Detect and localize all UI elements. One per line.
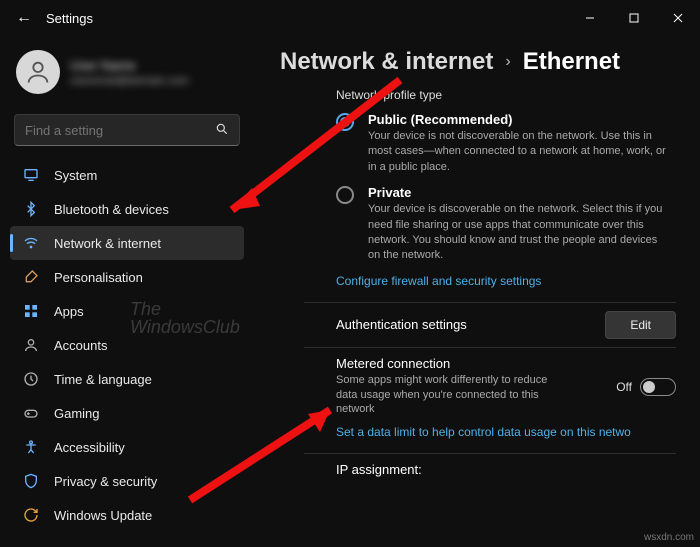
sidebar-item-privacy[interactable]: Privacy & security: [10, 464, 244, 498]
minimize-button[interactable]: [568, 0, 612, 36]
window-title: Settings: [46, 11, 93, 26]
breadcrumb: Network & internet › Ethernet: [280, 48, 676, 76]
radio-public-desc: Your device is not discoverable on the n…: [368, 129, 666, 175]
time-icon: [22, 371, 40, 387]
sidebar-item-bluetooth[interactable]: Bluetooth & devices: [10, 192, 244, 226]
accounts-icon: [22, 337, 40, 353]
close-button[interactable]: [656, 0, 700, 36]
firewall-link[interactable]: Configure firewall and security settings: [336, 274, 676, 288]
datalimit-link[interactable]: Set a data limit to help control data us…: [336, 425, 676, 439]
sidebar-item-label: Apps: [54, 304, 84, 319]
sidebar-item-label: System: [54, 168, 97, 183]
metered-row: Metered connection Some apps might work …: [336, 356, 676, 418]
search-box[interactable]: [14, 114, 240, 146]
maximize-button[interactable]: [612, 0, 656, 36]
sidebar-item-label: Windows Update: [54, 508, 152, 523]
sidebar-item-label: Personalisation: [54, 270, 143, 285]
sidebar-item-label: Privacy & security: [54, 474, 157, 489]
radio-private[interactable]: Private Your device is discoverable on t…: [336, 185, 666, 264]
sidebar-item-label: Network & internet: [54, 236, 161, 251]
auth-title: Authentication settings: [336, 317, 467, 332]
edit-button[interactable]: Edit: [605, 311, 676, 339]
content-pane: Network & internet › Ethernet Network pr…: [252, 36, 700, 547]
sidebar-item-personalisation[interactable]: Personalisation: [10, 260, 244, 294]
profile[interactable]: User Name useremail@domain.com: [10, 46, 244, 106]
source-watermark: wsxdn.com: [644, 532, 694, 543]
brush-icon: [22, 269, 40, 285]
sidebar: User Name useremail@domain.com System Bl…: [0, 36, 252, 547]
sidebar-item-label: Gaming: [54, 406, 100, 421]
sidebar-item-label: Bluetooth & devices: [54, 202, 169, 217]
profile-email: useremail@domain.com: [70, 75, 189, 87]
sidebar-item-apps[interactable]: Apps: [10, 294, 244, 328]
ip-heading: IP assignment:: [336, 462, 422, 477]
nav-list: System Bluetooth & devices Network & int…: [10, 158, 244, 532]
accessibility-icon: [22, 439, 40, 455]
wifi-icon: [22, 235, 40, 251]
search-input[interactable]: [25, 123, 215, 138]
chevron-right-icon: ›: [505, 53, 510, 71]
metered-toggle[interactable]: [640, 378, 676, 396]
divider: [304, 347, 676, 348]
radio-public-title: Public (Recommended): [368, 112, 666, 127]
search-icon: [215, 122, 229, 139]
back-button[interactable]: ←: [10, 9, 38, 27]
breadcrumb-parent[interactable]: Network & internet: [280, 48, 493, 76]
radio-button-checked[interactable]: [336, 113, 354, 131]
radio-private-title: Private: [368, 185, 666, 200]
title-bar: ← Settings: [0, 0, 700, 36]
sidebar-item-accessibility[interactable]: Accessibility: [10, 430, 244, 464]
sidebar-item-label: Accounts: [54, 338, 107, 353]
ip-row: IP assignment:: [336, 462, 676, 477]
sidebar-item-network[interactable]: Network & internet: [10, 226, 244, 260]
auth-row: Authentication settings Edit: [336, 311, 676, 339]
sidebar-item-update[interactable]: Windows Update: [10, 498, 244, 532]
divider: [304, 302, 676, 303]
metered-title: Metered connection: [336, 356, 556, 371]
sidebar-item-label: Accessibility: [54, 440, 125, 455]
update-icon: [22, 507, 40, 523]
system-icon: [22, 167, 40, 183]
radio-button-unchecked[interactable]: [336, 186, 354, 204]
divider: [304, 453, 676, 454]
sidebar-item-label: Time & language: [54, 372, 152, 387]
breadcrumb-leaf: Ethernet: [523, 48, 620, 76]
apps-icon: [22, 303, 40, 319]
toggle-state-label: Off: [616, 380, 632, 394]
radio-public[interactable]: Public (Recommended) Your device is not …: [336, 112, 666, 175]
bluetooth-icon: [22, 201, 40, 217]
gaming-icon: [22, 405, 40, 421]
sidebar-item-system[interactable]: System: [10, 158, 244, 192]
sidebar-item-time[interactable]: Time & language: [10, 362, 244, 396]
shield-icon: [22, 473, 40, 489]
sidebar-item-gaming[interactable]: Gaming: [10, 396, 244, 430]
sidebar-item-accounts[interactable]: Accounts: [10, 328, 244, 362]
profile-name: User Name: [70, 58, 189, 73]
radio-private-desc: Your device is discoverable on the netwo…: [368, 202, 666, 264]
metered-desc: Some apps might work differently to redu…: [336, 373, 556, 418]
network-profile-heading: Network profile type: [336, 88, 676, 102]
avatar: [16, 50, 60, 94]
